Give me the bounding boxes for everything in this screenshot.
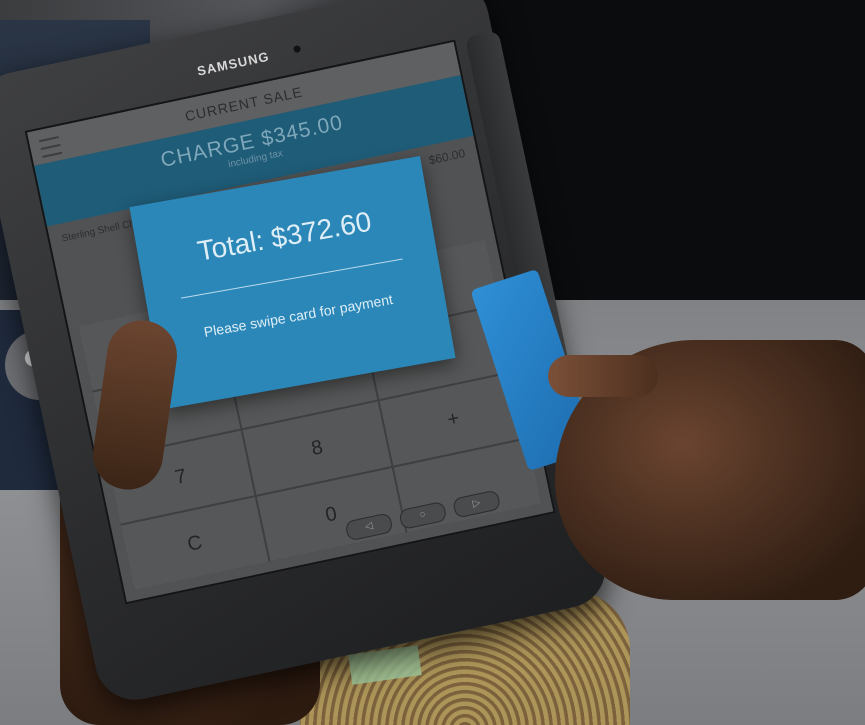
menu-icon[interactable] — [38, 136, 63, 158]
total-amount: Total: $372.60 — [195, 205, 374, 267]
photo-scene: SAMSUNG CURRENT SALE CHARGE $345.00 incl… — [0, 0, 865, 725]
swipe-prompt: Please swipe card for payment — [202, 290, 394, 340]
item-price: $60.00 — [427, 146, 467, 168]
right-finger — [548, 355, 658, 397]
